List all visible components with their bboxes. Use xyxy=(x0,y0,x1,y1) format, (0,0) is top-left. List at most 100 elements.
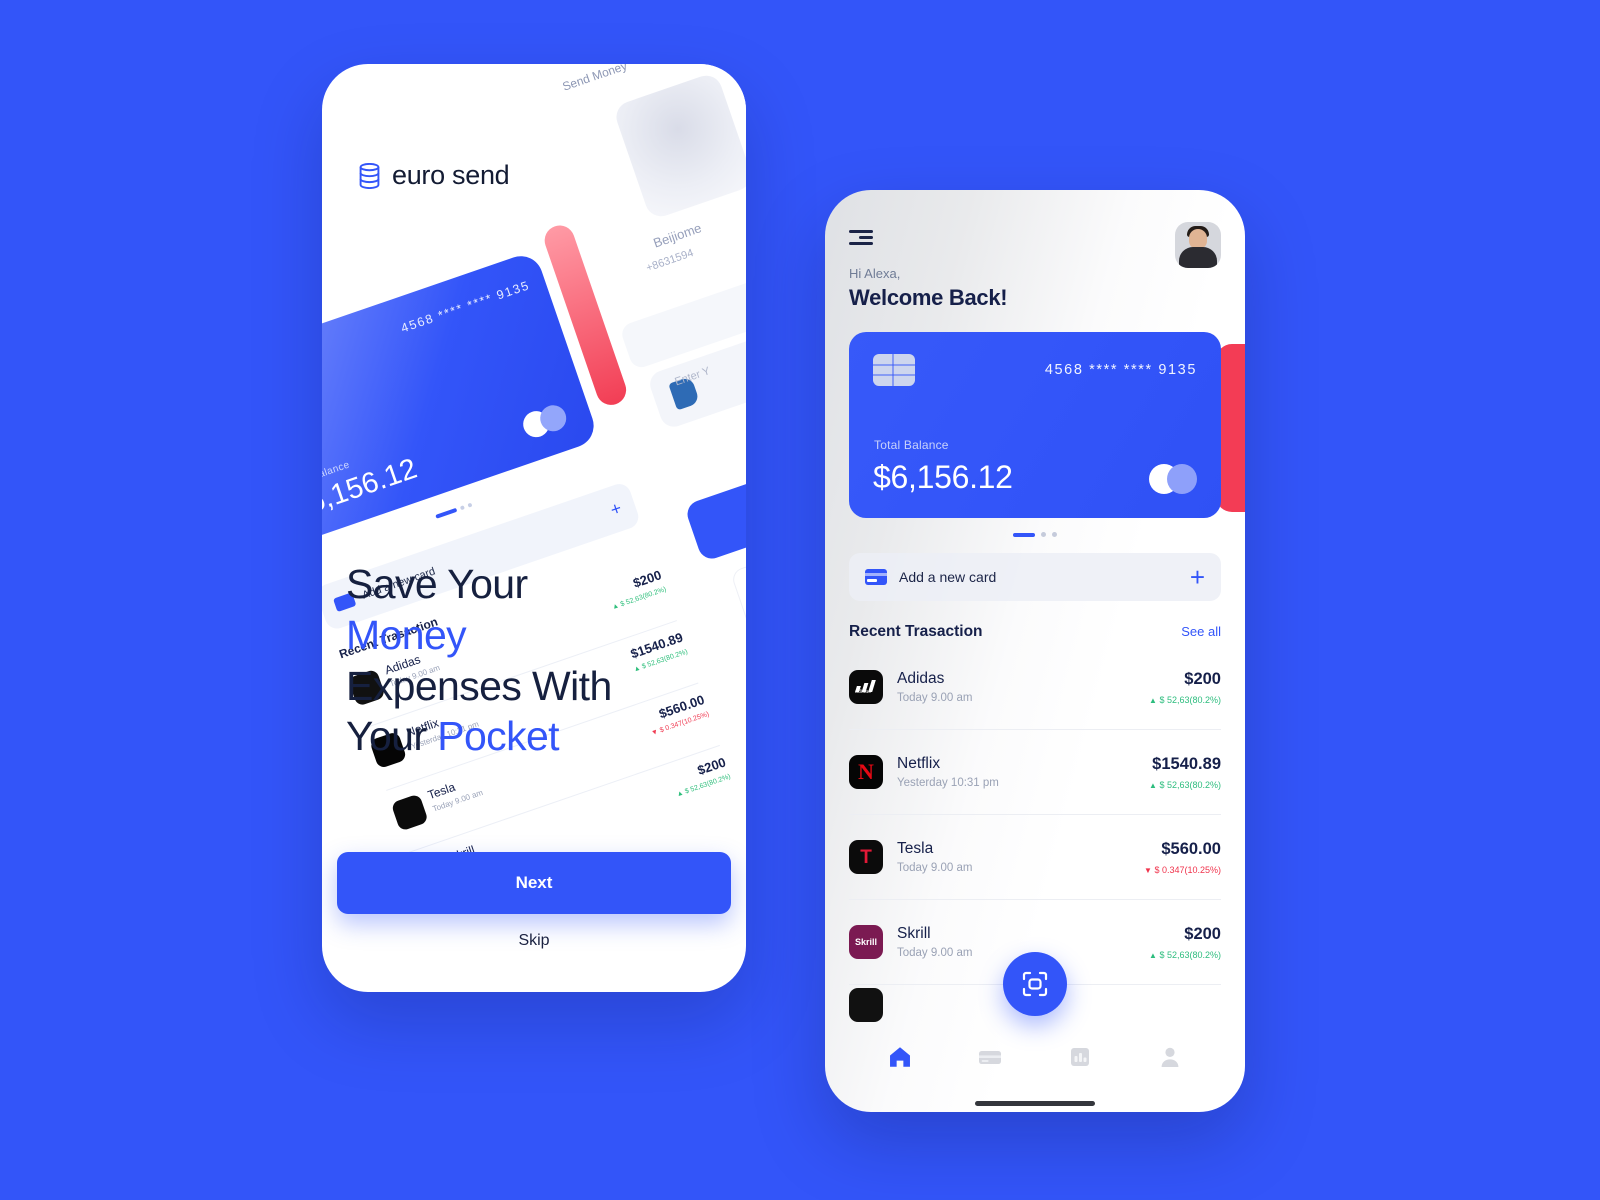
transaction-name: Adidas xyxy=(897,670,945,687)
transaction-meta: Netflix Yesterday 10:31 pm xyxy=(897,755,999,789)
trend-up-icon: ▲ xyxy=(1149,950,1157,960)
transaction-amount: $560.00 xyxy=(1161,839,1221,858)
next-button[interactable]: Next xyxy=(337,852,731,914)
transaction-name: Netflix xyxy=(897,755,941,772)
collage-balance-label: Total Balance xyxy=(322,459,352,491)
collage-row-date: Today 9.00 am xyxy=(431,787,485,814)
transaction-date: Yesterday 10:31 pm xyxy=(897,777,999,789)
collage-contact-name: Beijiome xyxy=(651,220,704,251)
collage-row-amount: $200 xyxy=(695,754,728,778)
see-all-link[interactable]: See all xyxy=(1181,624,1221,639)
collage-row-name: Tesla xyxy=(425,779,457,803)
collage-paypal-row xyxy=(646,307,746,431)
collage-amount-field: $1,20 xyxy=(619,252,746,371)
headline-line-2: Money xyxy=(346,611,467,658)
collage-contact-photo xyxy=(612,71,746,221)
avatar[interactable] xyxy=(1175,222,1221,268)
coin-stack-icon xyxy=(358,162,381,189)
home-icon xyxy=(890,1047,910,1067)
welcome-title: Welcome Back! xyxy=(849,285,1008,310)
transaction-date: Today 9.00 am xyxy=(897,947,973,959)
headline-line-4: Your xyxy=(346,713,438,760)
scan-qr-button[interactable] xyxy=(1003,952,1067,1016)
transaction-amount: $1540.89 xyxy=(1152,754,1221,773)
transaction-name: Skrill xyxy=(897,925,931,942)
mastercard-icon xyxy=(1149,464,1197,494)
carousel-indicator[interactable] xyxy=(825,532,1245,537)
bottom-navigation xyxy=(825,1026,1245,1112)
table-row[interactable]: adidas Adidas Today 9.00 am $200 ▲ $ 52,… xyxy=(849,645,1221,730)
collage-send-money-panel: Send Money Beijiome +8631594 xyxy=(535,64,746,382)
transaction-date: Today 9.00 am xyxy=(897,862,973,874)
trend-up-icon: ▲ xyxy=(1149,780,1157,790)
card-chip-icon xyxy=(873,354,915,386)
primary-credit-card[interactable]: 4568 **** **** 9135 Total Balance $6,156… xyxy=(849,332,1221,518)
avatar-body xyxy=(1179,247,1217,268)
collage-credit-card: 4568 **** **** 9135 Total Balance $6,156… xyxy=(322,250,600,547)
plus-icon[interactable]: + xyxy=(1190,564,1205,590)
transaction-name: Tesla xyxy=(897,840,934,857)
balance-value: $6,156.12 xyxy=(873,459,1013,495)
stats-icon xyxy=(1071,1048,1089,1066)
collage-row-delta: ▼ $ 0.347(10.25%) xyxy=(650,710,711,738)
app-logo-text: euro send xyxy=(392,160,510,190)
collage-balance-value: $6,156.12 xyxy=(322,452,422,525)
onboarding-phone-screen: 4568 **** **** 9135 Total Balance $6,156… xyxy=(322,64,746,992)
nav-stats[interactable] xyxy=(1058,1040,1102,1074)
cards-icon xyxy=(979,1051,1001,1064)
collage-row-amount: $1540.89 xyxy=(628,629,685,662)
dashboard-header: Hi Alexa, Welcome Back! xyxy=(825,190,1245,311)
netflix-icon: N xyxy=(849,755,883,789)
collage-enter-label: Enter Y xyxy=(673,365,712,389)
adidas-icon: adidas xyxy=(849,670,883,704)
collage-contact-phone: +8631594 xyxy=(644,247,696,275)
hamburger-menu-icon[interactable] xyxy=(849,230,873,246)
carousel-dot[interactable] xyxy=(1052,532,1057,537)
table-row[interactable]: T Tesla Today 9.00 am $560.00 ▼ $ 0.347(… xyxy=(849,815,1221,900)
headline-line-1: Save Your xyxy=(346,561,528,607)
transaction-delta: ▼ $ 0.347(10.25%) xyxy=(1144,865,1221,875)
dashboard-phone-screen: Hi Alexa, Welcome Back! 4568 **** **** 9… xyxy=(825,190,1245,1112)
onboarding-headline: Save Your Money Expenses With Your Pocke… xyxy=(346,559,612,762)
transaction-delta: ▲ $ 52,63(80.2%) xyxy=(1149,780,1221,790)
transaction-amount: $200 xyxy=(1184,669,1221,688)
collage-row-amount: $560.00 xyxy=(656,691,707,722)
collage-row-delta: ▲ $ 52,63(80.2%) xyxy=(632,648,689,674)
greeting-text: Hi Alexa, xyxy=(849,266,901,281)
transaction-delta-value: $ 52,63(80.2%) xyxy=(1159,949,1221,960)
tesla-icon: T xyxy=(849,840,883,874)
transaction-meta: Skrill Today 9.00 am xyxy=(897,925,972,959)
card-number: 4568 **** **** 9135 xyxy=(1044,362,1197,378)
recent-transaction-header: Recent Trasaction See all xyxy=(849,623,1221,641)
transaction-delta: ▲ $ 52,63(80.2%) xyxy=(1149,950,1221,960)
headline-line-3: Expenses With xyxy=(346,662,612,709)
transaction-meta: Tesla Today 9.00 am xyxy=(897,840,972,874)
collage-primary-button xyxy=(683,443,746,563)
transaction-values: $560.00 ▼ $ 0.347(10.25%) xyxy=(1144,840,1221,875)
collage-keypad: 1 xyxy=(729,516,746,696)
nav-profile[interactable] xyxy=(1148,1040,1192,1074)
collage-row-amount: $200 xyxy=(631,567,664,591)
plus-icon: + xyxy=(607,497,624,520)
add-new-card-button[interactable]: Add a new card + xyxy=(849,553,1221,601)
collage-row-delta: ▲ $ 52,63(80.2%) xyxy=(675,773,732,799)
section-title: Recent Trasaction xyxy=(849,623,983,640)
skip-button[interactable]: Skip xyxy=(485,924,583,958)
transaction-date: Today 9.00 am xyxy=(897,692,973,704)
tesla-icon xyxy=(390,793,429,832)
carousel-dot[interactable] xyxy=(1041,532,1046,537)
nav-home[interactable] xyxy=(878,1040,922,1074)
trend-up-icon: ▲ xyxy=(1149,695,1157,705)
brand-icon xyxy=(849,988,883,1022)
transaction-values: $200 ▲ $ 52,63(80.2%) xyxy=(1149,670,1221,705)
trend-down-icon: ▼ xyxy=(1144,865,1152,875)
nav-cards[interactable] xyxy=(968,1040,1012,1074)
table-row[interactable]: N Netflix Yesterday 10:31 pm $1540.89 ▲ … xyxy=(849,730,1221,815)
add-new-card-label: Add a new card xyxy=(899,569,997,585)
transaction-meta: Adidas Today 9.00 am xyxy=(897,670,972,704)
collage-row-delta: ▲ $ 52,63(80.2%) xyxy=(611,586,668,612)
carousel-dot-active[interactable] xyxy=(1013,532,1035,537)
transaction-values: $200 ▲ $ 52,63(80.2%) xyxy=(1149,925,1221,960)
card-carousel: 4568 **** **** 9135 Total Balance $6,156… xyxy=(849,332,1245,518)
transaction-delta: ▲ $ 52,63(80.2%) xyxy=(1149,695,1221,705)
